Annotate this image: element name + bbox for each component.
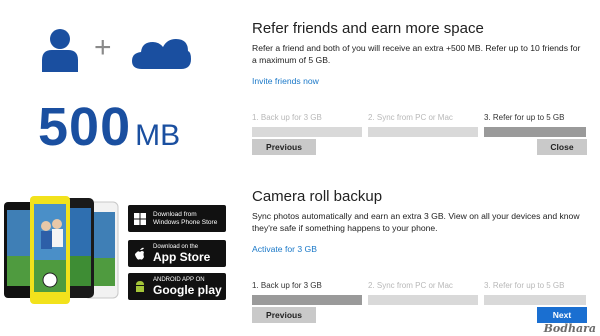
camera-roll-title: Camera roll backup — [252, 188, 383, 205]
refer-step-1: 1. Back up for 3 GB — [252, 113, 362, 137]
phones-image — [4, 196, 119, 304]
next-button[interactable]: Next — [537, 307, 587, 323]
camera-step-2-label: 2. Sync from PC or Mac — [368, 281, 453, 290]
storage-value: 500 — [38, 97, 132, 157]
person-icon — [42, 29, 78, 72]
camera-step-1-bar — [252, 295, 362, 305]
close-button[interactable]: Close — [537, 139, 587, 155]
refer-step-2: 2. Sync from PC or Mac — [368, 113, 478, 137]
promo-panel: + 500 MB Download from Windows Phone Sto… — [0, 0, 232, 336]
activate-link[interactable]: Activate for 3 GB — [252, 244, 317, 254]
refer-previous-button[interactable]: Previous — [252, 139, 316, 155]
refer-step-2-bar — [368, 127, 478, 137]
google-play-badge-line2: Google play — [153, 283, 222, 297]
watermark: Bodhara — [543, 322, 596, 335]
refer-step-1-bar — [252, 127, 362, 137]
camera-step-1-label: 1. Back up for 3 GB — [252, 281, 322, 290]
refer-description: Refer a friend and both of you will rece… — [252, 43, 581, 65]
camera-step-1: 1. Back up for 3 GB — [252, 281, 362, 305]
plus-sign: + — [94, 31, 112, 64]
camera-step-3-bar — [484, 295, 586, 305]
camera-roll-steps: 1. Back up for 3 GB 2. Sync from PC or M… — [252, 281, 586, 305]
storage-unit: MB — [135, 119, 181, 152]
refer-step-3: 3. Refer for up to 5 GB — [484, 113, 586, 137]
refer-steps: 1. Back up for 3 GB 2. Sync from PC or M… — [252, 113, 586, 137]
invite-friends-link[interactable]: Invite friends now — [252, 76, 319, 86]
app-store-badge-line2: App Store — [153, 250, 211, 264]
app-store-badge[interactable]: Download on the App Store — [128, 240, 226, 267]
camera-step-3: 3. Refer for up to 5 GB — [484, 281, 586, 305]
camera-step-3-label: 3. Refer for up to 5 GB — [484, 281, 565, 290]
refer-step-3-label: 3. Refer for up to 5 GB — [484, 113, 565, 122]
windows-phone-store-badge[interactable]: Download from Windows Phone Store — [128, 205, 226, 232]
google-play-badge[interactable]: ANDROID APP ON Google play — [128, 273, 226, 300]
onedrive-cloud-icon — [132, 39, 191, 69]
storage-amount: 500 MB — [38, 96, 180, 158]
camera-step-2: 2. Sync from PC or Mac — [368, 281, 478, 305]
camera-previous-button[interactable]: Previous — [252, 307, 316, 323]
windows-phone-badge-line1: Download from — [153, 210, 197, 218]
camera-roll-section: Camera roll backup Sync photos automatic… — [252, 188, 586, 257]
refer-step-1-label: 1. Back up for 3 GB — [252, 113, 322, 122]
refer-section: Refer friends and earn more space Refer … — [252, 20, 586, 89]
refer-step-3-bar — [484, 127, 586, 137]
camera-roll-description: Sync photos automatically and earn an ex… — [252, 211, 580, 233]
android-icon — [133, 280, 147, 294]
windows-icon — [133, 212, 147, 226]
apple-icon — [133, 247, 147, 261]
windows-phone-badge-line2: Windows Phone Store — [153, 218, 218, 226]
storage-graphic: + 500 MB — [0, 0, 232, 160]
camera-step-2-bar — [368, 295, 478, 305]
refer-title: Refer friends and earn more space — [252, 20, 484, 37]
refer-step-2-label: 2. Sync from PC or Mac — [368, 113, 453, 122]
